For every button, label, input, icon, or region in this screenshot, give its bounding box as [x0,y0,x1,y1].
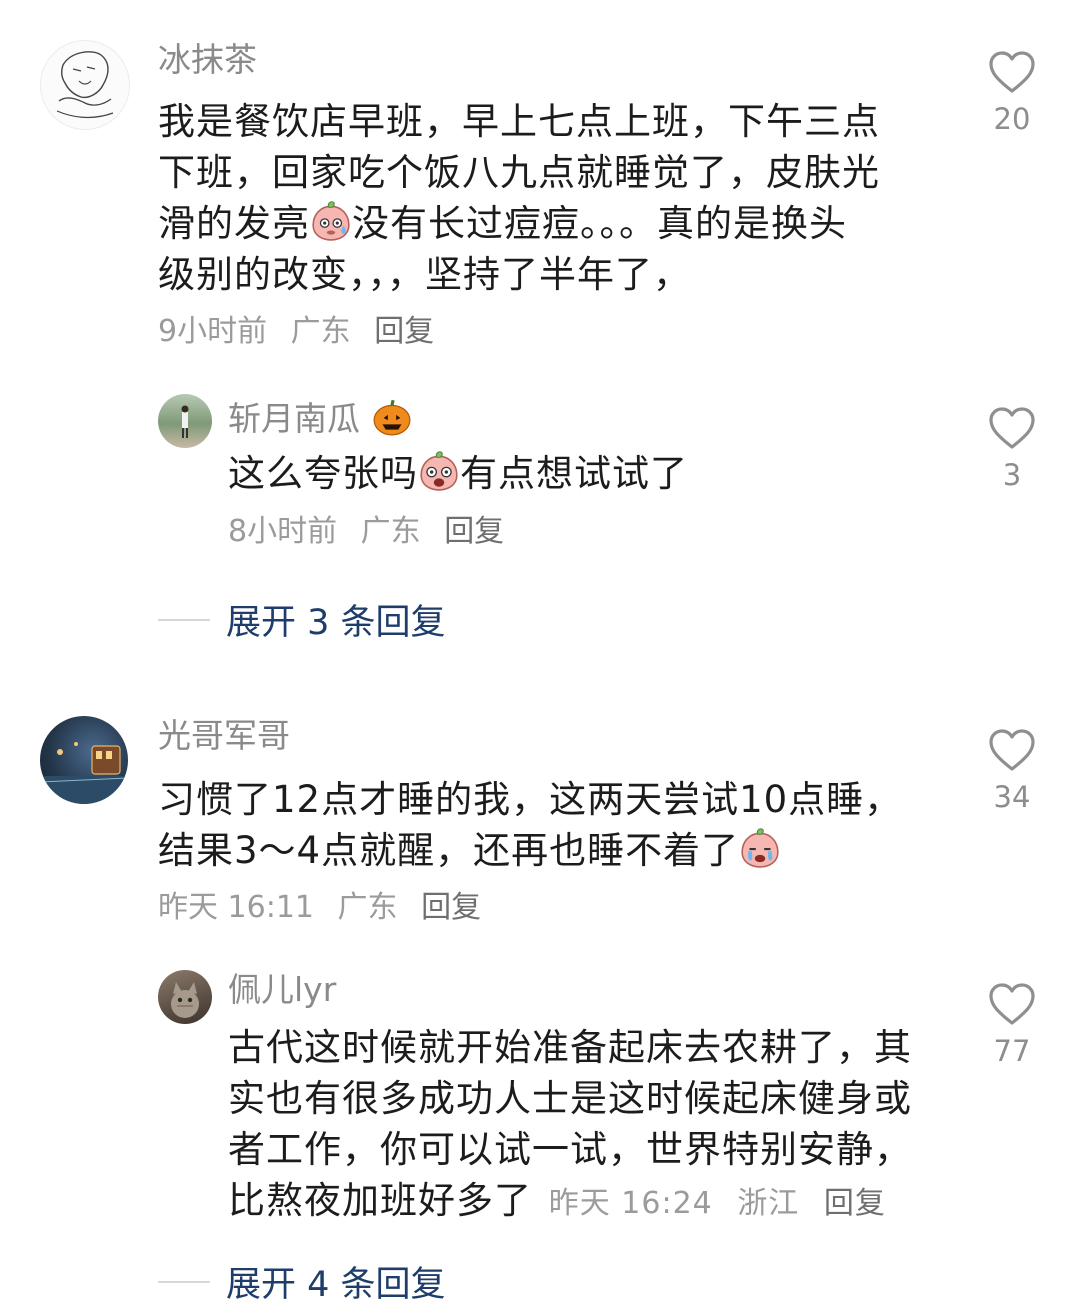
reply-meta: 昨天 16:24 浙江 回复 [549,1186,900,1221]
avatar[interactable] [40,40,130,130]
pumpkin-emoji [373,399,410,436]
reply-button[interactable]: 回复 [374,314,434,349]
comment-text-line: 结果3～4点就醒，还再也睡不着了 [158,825,938,876]
comment-meta: 昨天 16:11 广东 回复 [158,888,495,928]
sketch-face-icon [56,51,114,119]
comment-time: 9小时前 [158,314,268,349]
comment-username[interactable]: 冰抹茶 [158,40,257,80]
expand-replies-label: 展开 3 条回复 [226,603,446,643]
reply-text: 古代这时候就开始准备起床去农耕了，其 实也有很多成功人士是这时候起床健身或 者工… [228,1022,948,1226]
reply-time: 昨天 16:24 [548,1186,713,1221]
comment-username[interactable]: 光哥军哥 [158,716,290,756]
reply-text-line: 古代这时候就开始准备起床去农耕了，其 [228,1026,912,1069]
heart-outline-icon [988,982,1036,1026]
reply-username: 斩月南瓜 [228,396,413,439]
expand-replies-button[interactable]: 展开 3 条回复 [158,594,446,645]
reply-button[interactable]: 回复 [824,1186,886,1221]
comment-text-line: 习惯了12点才睡的我，这两天尝试10点睡， [158,778,903,821]
like-count: 34 [993,780,1031,814]
reply-button[interactable]: 回复 [444,514,504,549]
comment-time: 昨天 16:11 [158,890,314,925]
reply-text-segment: 有点想试试了 [460,452,688,495]
avatar[interactable] [158,394,212,448]
reply-username-text[interactable]: 斩月南瓜 [228,399,360,438]
like-button[interactable]: 34 [982,728,1042,814]
comment-text: 习惯了12点才睡的我，这两天尝试10点睡， 结果3～4点就醒，还再也睡不着了 [158,774,938,876]
like-count: 77 [993,1034,1031,1068]
person-photo-icon [181,405,189,438]
crying-face-emoji [739,827,781,869]
reply-meta: 8小时前 广东 回复 [228,512,518,552]
reply-text-segment: 比熬夜加班好多了 [228,1179,532,1222]
like-button[interactable]: 3 [982,406,1042,492]
comment-meta: 9小时前 广东 回复 [158,312,448,352]
reply-text-segment: 这么夸张吗 [228,452,418,495]
comment-text-segment: 结果3～4点就醒，还再也睡不着了 [158,829,740,872]
expand-replies-button[interactable]: 展开 4 条回复 [158,1256,446,1307]
comment-text-segment: 滑的发亮 [158,202,310,245]
heart-outline-icon [988,50,1036,94]
like-count: 20 [993,102,1031,136]
cat-photo-icon [171,982,199,1018]
comment-text: 我是餐饮店早班，早上七点上班，下午三点 下班，回家吃个饭八九点就睡觉了，皮肤光 … [158,96,938,300]
reply-text: 这么夸张吗 有点想试试了 [228,448,928,499]
divider [158,618,210,621]
heart-outline-icon [988,728,1036,772]
heart-outline-icon [988,406,1036,450]
comment-text-line: 滑的发亮 没有长过痘痘。。。真的是换头 [158,198,938,249]
reply-text-line: 者工作，你可以试一试，世界特别安静， [228,1128,912,1171]
reply-location: 广东 [360,514,421,549]
comment-text-segment: 没有长过痘痘。。。真的是换头 [352,202,847,245]
comment-text-line: 下班，回家吃个饭八九点就睡觉了，皮肤光 [158,151,880,194]
reply-time: 8小时前 [228,514,338,549]
divider [158,1280,210,1283]
comment-location: 广东 [337,890,398,925]
expand-replies-label: 展开 4 条回复 [226,1265,446,1305]
comment-location: 广东 [290,314,351,349]
reply-text-line: 实也有很多成功人士是这时候起床健身或 [228,1077,912,1120]
reply-location: 浙江 [737,1186,800,1221]
avatar[interactable] [158,970,212,1024]
avatar[interactable] [40,716,128,804]
sweat-face-emoji [310,200,352,242]
reply-text-line: 比熬夜加班好多了 昨天 16:24 浙江 回复 [228,1175,948,1226]
like-button[interactable]: 20 [982,50,1042,136]
night-street-photo-icon [40,742,128,804]
shocked-face-emoji [418,450,460,492]
comment-text-line: 级别的改变，，，坚持了半年了， [158,253,691,296]
like-count: 3 [1002,458,1022,492]
like-button[interactable]: 77 [982,982,1042,1068]
reply-button[interactable]: 回复 [421,890,481,925]
reply-username[interactable]: 佩儿lyr [228,970,336,1010]
comment-text-line: 我是餐饮店早班，早上七点上班，下午三点 [158,100,880,143]
